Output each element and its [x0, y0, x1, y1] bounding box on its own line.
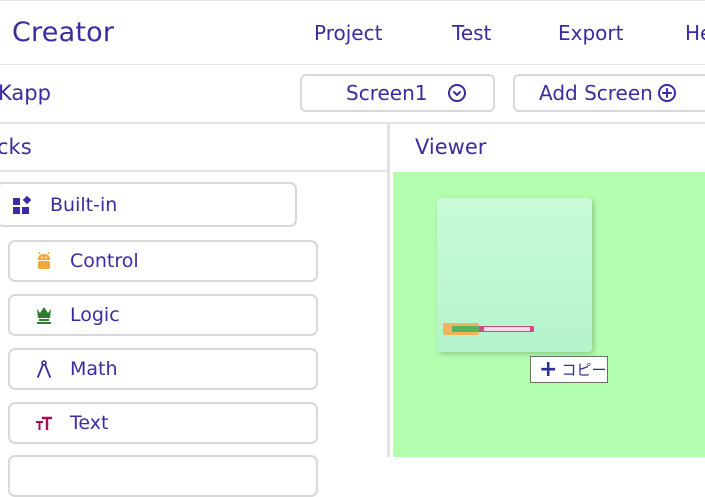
blocks-title: cks: [0, 135, 32, 159]
category-next[interactable]: [8, 455, 318, 497]
math-icon: [37, 360, 51, 378]
panel-divider[interactable]: [387, 124, 390, 457]
category-builtin[interactable]: Built-in: [0, 182, 297, 227]
project-name: Kapp: [0, 81, 51, 105]
logic-icon: [37, 307, 51, 324]
builtin-icon: [13, 196, 32, 214]
project-toolbar: Kapp Screen1 Add Screen: [0, 65, 705, 124]
phone-preview[interactable]: [437, 198, 592, 352]
viewer-title: Viewer: [415, 135, 487, 159]
drag-copy-tooltip: + コピー: [530, 356, 608, 383]
screen-select-label: Screen1: [346, 81, 428, 105]
text-icon: [36, 416, 52, 430]
category-label: Text: [70, 412, 109, 434]
plus-circle-icon: [658, 84, 676, 102]
category-logic[interactable]: Logic: [8, 294, 318, 336]
menu-project[interactable]: Project: [314, 21, 382, 45]
category-label: Built-in: [50, 194, 118, 216]
category-label: Logic: [70, 304, 120, 326]
blocks-panel-header: cks: [0, 124, 388, 172]
add-screen-label: Add Screen: [539, 81, 653, 105]
control-icon: [38, 251, 50, 269]
dragged-block-preview[interactable]: [443, 323, 534, 335]
screen-select[interactable]: Screen1: [300, 74, 495, 112]
menu-export[interactable]: Export: [558, 21, 623, 45]
viewer-panel-header: Viewer: [390, 124, 705, 172]
plus-icon: +: [539, 356, 558, 382]
category-text[interactable]: Text: [8, 402, 318, 444]
category-math[interactable]: Math: [8, 348, 318, 390]
category-control[interactable]: Control: [8, 240, 318, 282]
category-label: Control: [70, 250, 139, 272]
menu-test[interactable]: Test: [452, 21, 491, 45]
add-screen-button[interactable]: Add Screen: [513, 74, 705, 112]
copy-label: コピー: [561, 361, 607, 379]
top-bar: Creator Project Test Export He: [0, 0, 705, 65]
chevron-down-icon: [448, 84, 466, 102]
category-label: Math: [70, 358, 118, 380]
menu-help[interactable]: He: [685, 21, 705, 45]
viewer-canvas[interactable]: + コピー: [393, 172, 705, 457]
app-brand: Creator: [12, 17, 115, 48]
